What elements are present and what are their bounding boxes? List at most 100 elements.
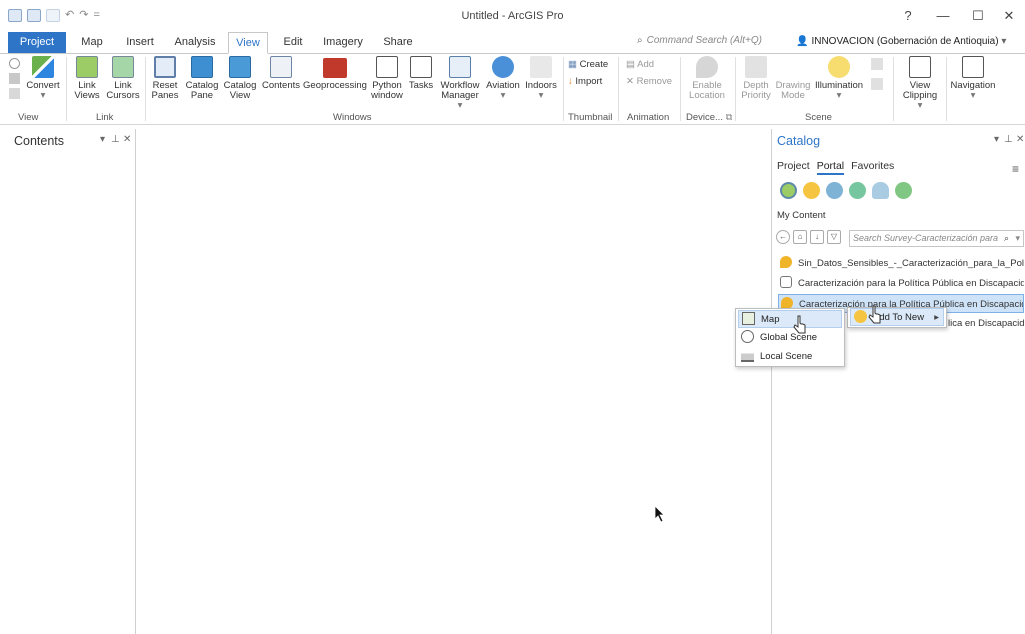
arrow-cursor-icon (654, 505, 665, 523)
tasks-button[interactable]: Tasks (406, 56, 436, 91)
pin-icon[interactable]: ⊥ (111, 134, 120, 145)
catalog-item[interactable]: Sin_Datos_Sensibles_-_Caracterización_pa… (780, 254, 1024, 273)
catalog-pane-title: Catalog (777, 134, 821, 148)
catalog-search-placeholder: Search Survey-Caracterización para (853, 233, 999, 243)
contents-label: Contents (261, 80, 301, 91)
tab-map[interactable]: Map (74, 32, 110, 53)
tab-insert[interactable]: Insert (119, 32, 161, 53)
filter-icon[interactable]: ▽ (827, 230, 841, 244)
catalog-tab-favorites[interactable]: Favorites (851, 160, 894, 175)
window-title: Untitled - ArcGIS Pro (461, 10, 564, 22)
catalog-tab-portal[interactable]: Portal (816, 160, 845, 175)
group-separator (618, 57, 619, 121)
link-views-button[interactable]: Link Views (70, 56, 104, 101)
hamburger-menu-icon[interactable]: ≡ (1012, 162, 1019, 176)
tab-project[interactable]: Project (8, 32, 66, 53)
chevron-down-icon[interactable]: ▾ (1015, 231, 1020, 246)
close-button[interactable]: ✕ (994, 6, 1024, 26)
indoors-button[interactable]: Indoors ▾ (523, 56, 559, 101)
catalog-pane: Catalog ▾ ⊥ ✕ Project Portal Favorites ≡… (771, 129, 1025, 634)
catalog-pane-button[interactable]: Catalog Pane (184, 56, 220, 101)
navigation-button[interactable]: Navigation ▾ (948, 56, 998, 101)
global-scene-menu-item[interactable]: Global Scene (738, 329, 842, 347)
add-icon (854, 310, 867, 323)
tab-view[interactable]: View (228, 32, 268, 54)
map-menu-item[interactable]: Map (738, 310, 842, 328)
workflow-manager-icon (449, 56, 471, 78)
python-window-button[interactable]: Python window (368, 56, 406, 101)
tab-edit[interactable]: Edit (276, 32, 310, 53)
living-atlas-cloud-icon[interactable] (872, 182, 889, 199)
thumbnail-import-label: Import (575, 76, 603, 87)
search-icon[interactable]: ⌕ (1004, 231, 1009, 246)
reset-panes-button[interactable]: Reset Panes (149, 56, 181, 101)
link-cursors-button[interactable]: Link Cursors (106, 56, 140, 101)
aviation-button[interactable]: Aviation ▾ (485, 56, 521, 101)
convert-small-icons (9, 58, 23, 99)
map-view-area[interactable] (137, 129, 771, 634)
close-icon[interactable]: ✕ (123, 134, 131, 145)
catalog-view-label: Catalog View (223, 80, 257, 101)
group-separator (735, 57, 736, 121)
animation-add-button[interactable]: ▤ Add (626, 59, 654, 70)
add-to-new-menu-item[interactable]: Add To New ▸ (850, 308, 944, 326)
pane-options-icon[interactable]: ▾ (994, 134, 999, 145)
thumbnail-create-label: Create (579, 59, 609, 70)
home-icon[interactable]: ⌂ (793, 230, 807, 244)
remove-icon: ✕ (626, 76, 634, 87)
pane-options-icon[interactable]: ▾ (100, 134, 105, 145)
groups-icon[interactable] (826, 182, 843, 199)
mouse-pointer-cursor-icon (793, 315, 806, 334)
group-label-animation: Animation (627, 112, 670, 123)
back-arrow-icon[interactable]: ← (776, 230, 790, 244)
contents-button[interactable]: Contents (260, 56, 302, 91)
thumbnail-create-button[interactable]: ▦ Create (568, 59, 608, 70)
tab-imagery[interactable]: Imagery (318, 32, 368, 53)
close-icon[interactable]: ✕ (1016, 134, 1024, 145)
arcgis-online-icon[interactable] (895, 182, 912, 199)
local-scene-icon (741, 349, 754, 362)
catalog-view-button[interactable]: Catalog View (222, 56, 258, 101)
tab-analysis[interactable]: Analysis (170, 32, 220, 53)
catalog-search-input[interactable]: Search Survey-Caracterización para ⌕ ▾ (849, 230, 1024, 247)
my-content-heading: My Content (777, 210, 826, 221)
link-views-label: Link Views (74, 80, 100, 101)
thumbnail-import-button[interactable]: ↓ Import (568, 76, 602, 87)
help-button[interactable]: ? (893, 6, 923, 26)
workflow-manager-button[interactable]: Workflow Manager ▾ (437, 56, 483, 111)
account-signin[interactable]: 👤 INNOVACION (Gobernación de Antioquia) ▾ (796, 36, 1006, 47)
command-search-input[interactable]: ⌕ Command Search (Alt+Q) (637, 35, 777, 50)
pin-icon[interactable]: ⊥ (1004, 134, 1013, 145)
sort-icon[interactable]: ↓ (810, 230, 824, 244)
minimize-button[interactable]: — (928, 6, 958, 26)
python-window-label: Python window (371, 80, 403, 101)
catalog-item[interactable]: Caracterización para la Política Pública… (780, 274, 1024, 293)
convert-button[interactable]: Convert ▾ (24, 56, 62, 101)
maximize-button[interactable]: ☐ (963, 6, 993, 26)
enable-location-button[interactable]: Enable Location (684, 56, 730, 101)
local-scene-menu-item[interactable]: Local Scene (738, 348, 842, 366)
illumination-button[interactable]: Illumination ▾ (813, 56, 865, 101)
dialog-launcher-icon[interactable]: ⧉ (726, 112, 733, 123)
hand-cursor-icon (868, 305, 881, 324)
depth-priority-button[interactable]: Depth Priority (739, 56, 773, 101)
survey-form-icon (780, 276, 792, 288)
geoprocessing-button[interactable]: Geoprocessing (302, 56, 368, 91)
catalog-item[interactable]: lica en Discapacid (948, 314, 1024, 333)
scene-extra-icons[interactable] (866, 56, 888, 90)
title-bar: ↶ ↷ = Untitled - ArcGIS Pro ? — ☐ ✕ (0, 0, 1025, 32)
organization-icon[interactable] (849, 182, 866, 199)
my-content-icon[interactable] (780, 182, 797, 199)
global-scene-label: Global Scene (760, 332, 818, 343)
catalog-tabs: Project Portal Favorites (777, 160, 894, 175)
drawing-mode-button[interactable]: Drawing Mode (774, 56, 812, 101)
favorites-star-icon[interactable] (803, 182, 820, 199)
tab-share[interactable]: Share (378, 32, 418, 53)
catalog-tab-project[interactable]: Project (777, 160, 810, 175)
animation-remove-button[interactable]: ✕ Remove (626, 76, 672, 87)
group-separator (66, 57, 67, 121)
view-clipping-label: View Clipping (902, 80, 938, 101)
animation-remove-label: Remove (636, 76, 672, 87)
view-clipping-button[interactable]: View Clipping ▾ (897, 56, 943, 111)
globe-icon (741, 330, 754, 343)
